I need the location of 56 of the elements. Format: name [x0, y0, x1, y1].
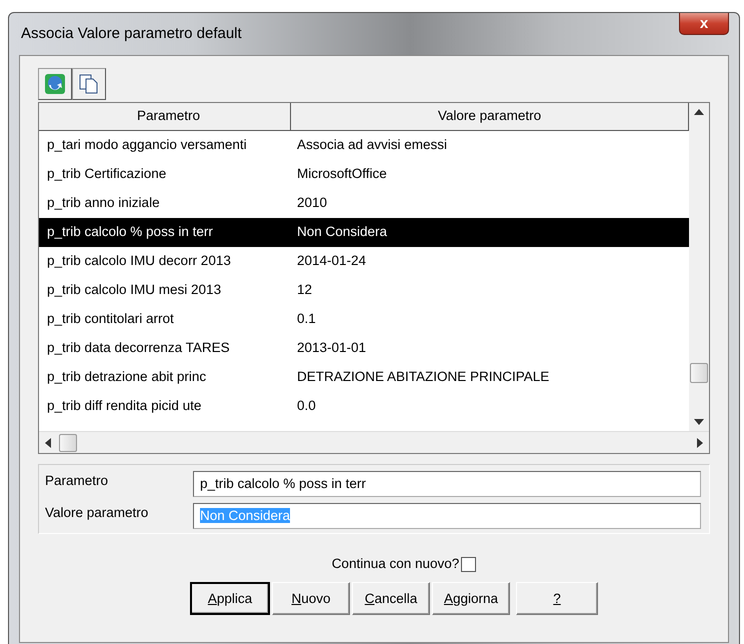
table-row[interactable]: p_trib Certificazione MicrosoftOffice [39, 160, 689, 189]
checkbox[interactable] [461, 556, 476, 572]
table-cell: p_trib calcolo IMU decorr 2013 [47, 253, 231, 268]
refresh-icon [44, 73, 66, 95]
scroll-left-icon[interactable] [45, 438, 51, 448]
table-cell: p_trib anno iniziale [47, 195, 160, 210]
table-row[interactable]: p_trib data decorrenza TARES 2013-01-01 [39, 334, 689, 363]
column-header[interactable]: Parametro [39, 103, 291, 130]
table-cell: p_trib calcolo % poss in terr [47, 224, 213, 240]
dialog-button[interactable]: Applica [190, 582, 270, 616]
dialog-button[interactable]: Aggiorna [432, 582, 510, 616]
refresh-button[interactable] [38, 68, 72, 100]
table-row[interactable]: p_trib calcolo IMU mesi 2013 12 [39, 276, 689, 305]
table-row[interactable]: p_trib contitolari arrot 0.1 [39, 305, 689, 334]
table-cell: 0.0 [297, 398, 316, 414]
table-row[interactable]: p_trib diff rendita picid ute 0.0 [39, 392, 689, 421]
dialog-button[interactable]: Nuovo [272, 582, 350, 616]
table-cell: p_trib diff rendita picid ute [47, 398, 202, 414]
vertical-scrollbar[interactable] [689, 103, 709, 431]
copy-button[interactable] [72, 68, 106, 100]
table-cell: Non Considera [297, 224, 388, 240]
table-row[interactable]: p_trib detrazione abit princ DETRAZIONE ABITAZIONE PRINCIPALE [39, 363, 689, 392]
scroll-down-icon[interactable] [694, 419, 704, 425]
window-title: Associa Valore parametro default [20, 24, 242, 44]
table-row[interactable]: p_tari modo aggancio versamenti Associa ad avvisi emessi [39, 131, 689, 160]
table-cell: MicrosoftOffice [297, 166, 387, 182]
table-cell: 2013-01-01 [297, 340, 366, 356]
copy-icon [78, 73, 100, 95]
close-button[interactable]: x [679, 13, 729, 35]
dialog-button[interactable]: ? [516, 582, 598, 616]
dialog-button[interactable]: Cancella [352, 582, 430, 616]
column-header[interactable]: Valore parametro [291, 103, 689, 130]
table-row[interactable]: p_trib calcolo % poss in terr Non Considera [39, 218, 689, 247]
field-label: Parametro [45, 472, 110, 490]
checkbox-label: Continua con nuovo? [332, 555, 460, 573]
table-cell: 2014-01-24 [297, 253, 366, 268]
scroll-up-icon[interactable] [694, 109, 704, 115]
table-cell: Associa ad avvisi emessi [297, 137, 448, 152]
table-cell: p_trib Certificazione [47, 166, 166, 182]
table-cell: p_trib contitolari arrot [47, 311, 174, 326]
horizontal-scrollbar[interactable] [39, 431, 709, 453]
scroll-right-icon[interactable] [697, 438, 703, 448]
table-cell: p_trib data decorrenza TARES [47, 340, 230, 356]
input-field[interactable]: p_trib calcolo % poss in terr [193, 471, 701, 497]
table-cell: p_tari modo aggancio versamenti [47, 137, 247, 152]
scroll-thumb[interactable] [690, 363, 708, 383]
table-cell: 2010 [297, 195, 328, 210]
table-cell: p_trib calcolo IMU mesi 2013 [47, 282, 222, 298]
table-cell: p_trib detrazione abit princ [47, 369, 206, 384]
table-cell: 0.1 [297, 311, 316, 326]
field-label: Valore parametro [45, 504, 150, 522]
table-cell: DETRAZIONE ABITAZIONE PRINCIPALE [297, 369, 550, 384]
scroll-thumb[interactable] [59, 434, 77, 452]
table-cell: 12 [297, 282, 312, 298]
table-row[interactable]: p_trib calcolo IMU decorr 2013 2014-01-24 [39, 247, 689, 276]
table-row[interactable]: p_trib anno iniziale 2010 [39, 189, 689, 218]
